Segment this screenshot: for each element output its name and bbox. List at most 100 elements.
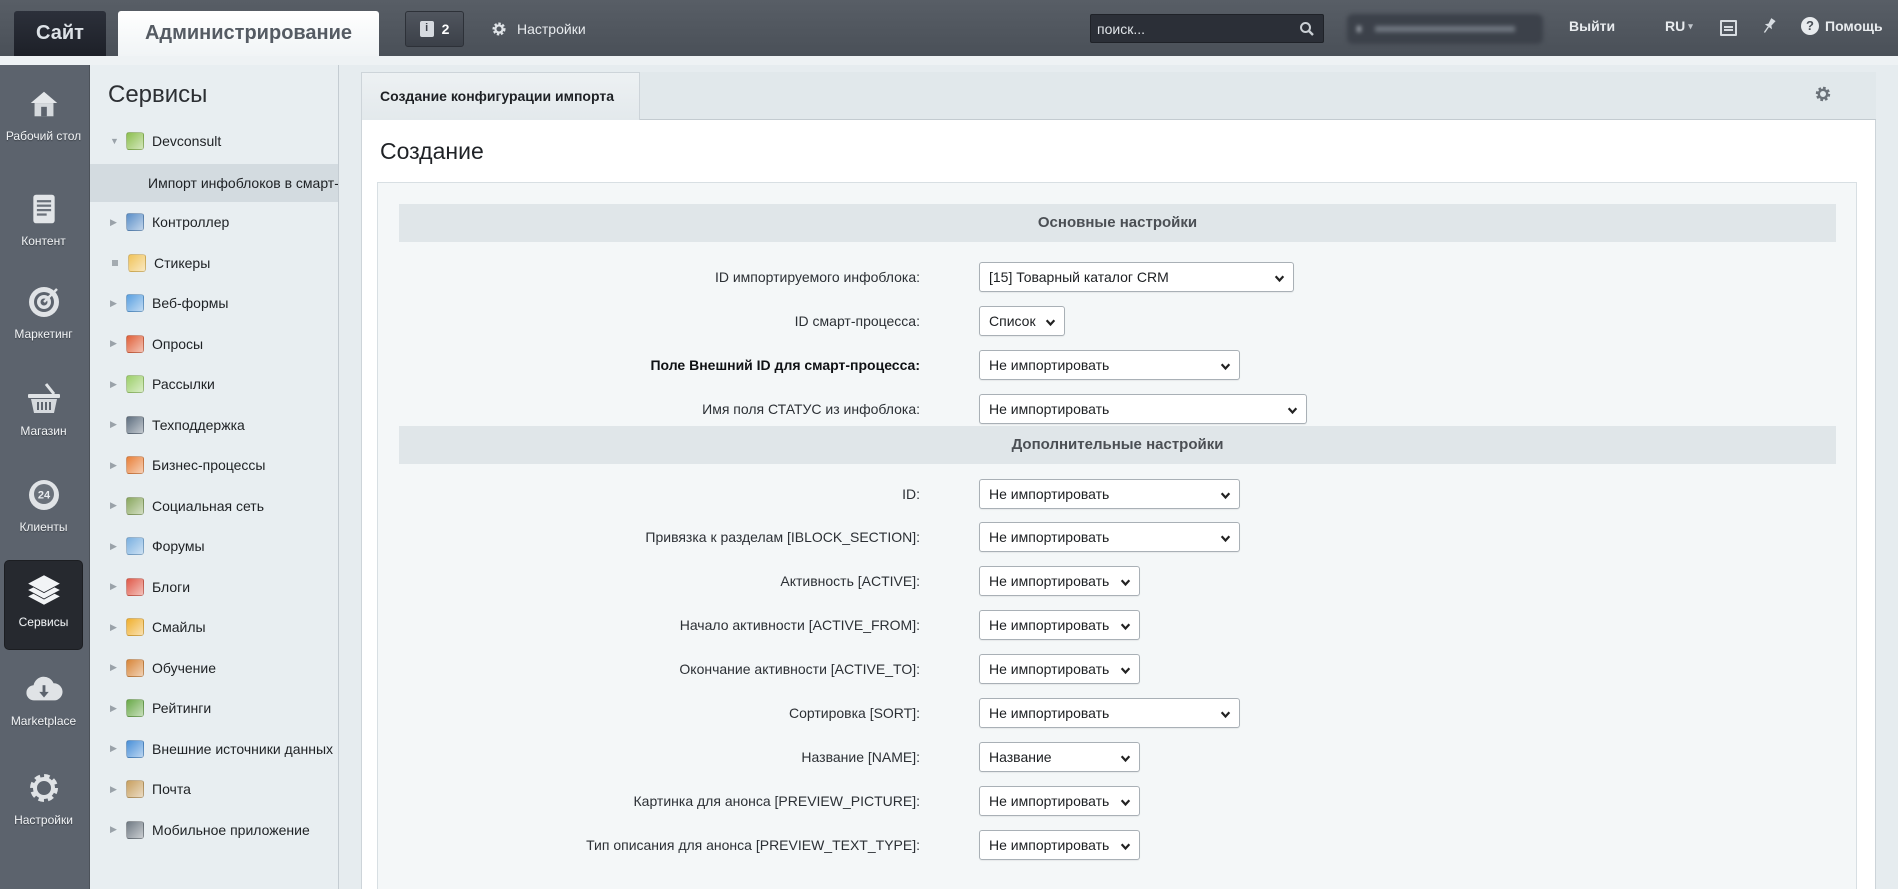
field-select[interactable]: Не импортировать	[979, 350, 1240, 380]
tree-item[interactable]: Импорт инфоблоков в смарт-процессы	[90, 163, 338, 202]
menu-item-clients[interactable]: 24 Клиенты	[5, 466, 82, 554]
chevron-down-icon	[1120, 663, 1131, 675]
search-input[interactable]	[1097, 15, 1287, 42]
hotkeys-icon[interactable]	[1720, 20, 1737, 36]
menu-item-settings[interactable]: Настройки	[5, 759, 82, 847]
help-link[interactable]: ? Помощь	[1801, 17, 1883, 35]
chevron-right-icon[interactable]: ▶	[110, 743, 118, 754]
chevron-right-icon[interactable]: ▶	[110, 460, 118, 471]
menu-item-desktop[interactable]: Рабочий стол	[5, 75, 82, 163]
chevron-right-icon[interactable]: ▶	[110, 784, 118, 795]
language-selector[interactable]: RU ▾	[1665, 18, 1693, 34]
chevron-right-icon[interactable]: ▶	[110, 298, 118, 309]
chevron-right-icon[interactable]: ▶	[110, 622, 118, 633]
chevron-right-icon[interactable]: ▶	[110, 217, 118, 228]
tree-item[interactable]: ▶ Веб-формы	[90, 285, 338, 321]
tree-item[interactable]: ▶ Бизнес-процессы	[90, 447, 338, 483]
chevron-right-icon[interactable]: ▶	[110, 541, 118, 552]
info-icon: i	[419, 21, 434, 37]
tree-item[interactable]: ▶ Контроллер	[90, 204, 338, 240]
chevron-right-icon[interactable]: ▶	[110, 419, 118, 430]
field-select[interactable]: Не импортировать	[979, 566, 1140, 596]
site-button[interactable]: Сайт	[14, 11, 106, 56]
tree-item[interactable]: ▶ Форумы	[90, 528, 338, 564]
form-row: Поле Внешний ID для смарт-процесса: Не им…	[378, 350, 1856, 380]
chevron-down-icon	[1220, 707, 1231, 719]
chevron-right-icon[interactable]: ▶	[110, 338, 118, 349]
field-select[interactable]: Не импортировать	[979, 394, 1307, 424]
gear-icon[interactable]	[1814, 85, 1832, 103]
field-select[interactable]: Не импортировать	[979, 654, 1140, 684]
chevron-right-icon[interactable]: ▶	[110, 703, 118, 714]
tree-item[interactable]: ▼ Devconsult	[90, 123, 338, 159]
pin-icon[interactable]	[1757, 15, 1783, 42]
menu-label: Настройки	[14, 813, 73, 827]
field-select[interactable]: Список	[979, 306, 1065, 336]
menu-label: Сервисы	[18, 615, 69, 629]
menu-item-shop[interactable]: Магазин	[5, 370, 82, 458]
tree-item[interactable]: Стикеры	[90, 245, 338, 281]
menu-label: Маркетинг	[14, 327, 73, 341]
field-label: Картинка для анонса [PREVIEW_PICTURE]:	[633, 793, 920, 809]
chevron-right-icon[interactable]: ▶	[110, 824, 118, 835]
notifications-count: 2	[441, 21, 450, 37]
field-select[interactable]: Не импортировать	[979, 698, 1240, 728]
tab-strip: Создание конфигурации импорта	[361, 72, 1876, 120]
menu-label: Marketplace	[10, 714, 77, 728]
notifications-button[interactable]: i 2	[405, 11, 464, 47]
chevron-down-icon	[1220, 488, 1231, 500]
logout-link[interactable]: Выйти	[1569, 18, 1615, 34]
tree-item[interactable]: ▶ Внешние источники данных	[90, 731, 338, 767]
chevron-down-icon	[1120, 795, 1131, 807]
field-label: Поле Внешний ID для смарт-процесса:	[650, 357, 920, 373]
tree-item[interactable]: ▶ Опросы	[90, 326, 338, 362]
gear-icon	[25, 769, 63, 807]
field-select[interactable]: Не импортировать	[979, 479, 1240, 509]
tree-item[interactable]: ▶ Смайлы	[90, 609, 338, 645]
module-icon	[126, 699, 144, 717]
tree-item[interactable]: ▶ Почта	[90, 771, 338, 807]
field-select[interactable]: [15] Товарный каталог CRM	[979, 262, 1294, 292]
help-icon: ?	[1801, 17, 1819, 35]
tree-item[interactable]: ▶ Обучение	[90, 650, 338, 686]
field-select[interactable]: Название	[979, 742, 1140, 772]
tree-item[interactable]: ▶ Блоги	[90, 569, 338, 605]
chevron-right-icon[interactable]: ▶	[110, 379, 118, 390]
field-label: Сортировка [SORT]:	[788, 705, 920, 721]
menu-item-marketplace[interactable]: Marketplace	[5, 660, 82, 748]
chevron-down-icon	[1120, 839, 1131, 851]
import-config-form: Основные настройки ID импортируемого инфо…	[377, 182, 1857, 889]
field-label: Тип описания для анонса [PREVIEW_TEXT_TY…	[586, 837, 920, 853]
user-name-blurred[interactable]	[1347, 14, 1543, 44]
tree-item[interactable]: ▶ Рассылки	[90, 366, 338, 402]
top-settings-link[interactable]: Настройки	[491, 17, 586, 41]
chevron-right-icon[interactable]: ▶	[110, 581, 118, 592]
field-select[interactable]: Не импортировать	[979, 786, 1140, 816]
search-icon[interactable]	[1299, 21, 1315, 37]
field-select[interactable]: Не импортировать	[979, 522, 1240, 552]
field-select[interactable]: Не импортировать	[979, 830, 1140, 860]
bullet-icon	[112, 259, 118, 266]
chevron-right-icon[interactable]: ▶	[110, 500, 118, 511]
chevron-down-icon[interactable]: ▼	[110, 136, 119, 146]
tree-item-label: Обучение	[152, 659, 217, 676]
module-icon	[126, 739, 144, 758]
gear-icon	[492, 22, 506, 36]
chevron-right-icon[interactable]: ▶	[110, 662, 118, 673]
tree-item-label: Блоги	[152, 578, 191, 595]
tab-create-import-config[interactable]: Создание конфигурации импорта	[361, 72, 640, 120]
field-select[interactable]: Не импортировать	[979, 610, 1140, 640]
tree-item[interactable]: ▶ Техподдержка	[90, 407, 338, 443]
target-icon	[25, 283, 63, 321]
form-row: ID: Не импортировать	[378, 479, 1856, 509]
menu-item-marketing[interactable]: Маркетинг	[5, 273, 82, 361]
tree-item[interactable]: ▶ Мобильное приложение	[90, 812, 338, 848]
home-icon	[25, 85, 63, 123]
tree-item[interactable]: ▶ Рейтинги	[90, 690, 338, 726]
menu-item-services[interactable]: Сервисы	[5, 561, 82, 649]
menu-item-content[interactable]: Контент	[5, 180, 82, 268]
module-icon	[126, 577, 144, 596]
module-icon	[126, 375, 144, 393]
content-panel: Создание Основные настройки ID импортируе…	[361, 120, 1876, 889]
tree-item[interactable]: ▶ Социальная сеть	[90, 488, 338, 524]
